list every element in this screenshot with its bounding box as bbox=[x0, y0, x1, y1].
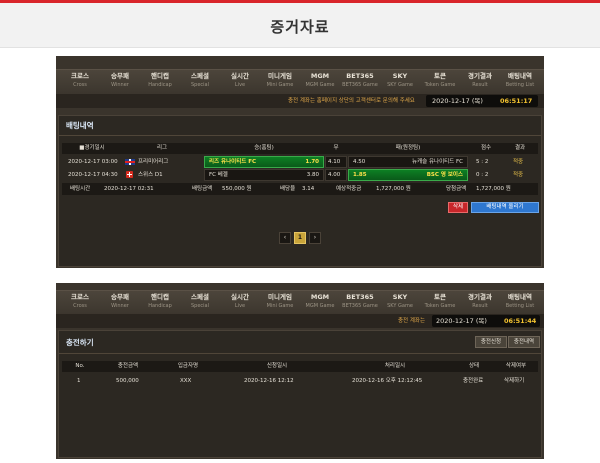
current-page[interactable]: 1 bbox=[294, 232, 306, 244]
prev-page-button[interactable]: ‹ bbox=[279, 232, 291, 244]
result-badge: 적중 bbox=[513, 172, 524, 178]
next-page-button[interactable]: › bbox=[309, 232, 321, 244]
divider bbox=[59, 135, 541, 136]
home-bet-button[interactable]: FC 베젤 3.80 bbox=[204, 169, 324, 181]
clock-time: 06:51:17 bbox=[500, 97, 533, 105]
nav-item-mini-game[interactable]: 미니게임 Mini Game bbox=[258, 293, 302, 310]
nav-item-special[interactable]: 스페셜 Special bbox=[178, 293, 222, 310]
nav-item-betting-list[interactable]: 배팅내역 Betting List bbox=[498, 72, 542, 89]
evidence-screenshot-deposit: 크로스 Cross 승무패 Winner 핸디캡 Handicap 스페셜 Specia… bbox=[56, 283, 544, 459]
nav-item-token[interactable]: 토큰 Token Game bbox=[418, 293, 462, 310]
nav-item-result[interactable]: 경기결과 Result bbox=[458, 293, 502, 310]
bet-table-header: ■경기일시 리그 승(홈팀) 무 패(원정팀) 점수 결과 bbox=[62, 143, 538, 154]
notice-text: 충전 계좌는 bbox=[398, 318, 426, 324]
nav-item-mgm[interactable]: MGM MGM Game bbox=[298, 293, 342, 310]
table-row: 1 500,000 XXX 2020-12-16 12:12 2020-12-1… bbox=[62, 375, 538, 387]
delete-button[interactable]: 삭제 bbox=[448, 202, 468, 213]
nav-item-live[interactable]: 실시간 Live bbox=[218, 72, 262, 89]
evidence-screenshot-betting: 크로스 Cross 승무패 Winner 핸디캡 Handicap 스페셜 Specia… bbox=[56, 56, 544, 268]
england-flag-icon bbox=[125, 159, 135, 165]
nav-item-winner[interactable]: 승무패 Winner bbox=[98, 72, 142, 89]
panel-title: 충전하기 bbox=[66, 338, 94, 347]
nav-item-cross[interactable]: 크로스 Cross bbox=[58, 293, 102, 310]
draw-bet-button[interactable]: 4.10 bbox=[325, 156, 347, 168]
nav-item-handicap[interactable]: 핸디캡 Handicap bbox=[138, 72, 182, 89]
nav-item-live[interactable]: 실시간 Live bbox=[218, 293, 262, 310]
panel-title: 배팅내역 bbox=[66, 121, 94, 130]
nav-item-handicap[interactable]: 핸디캡 Handicap bbox=[138, 293, 182, 310]
page-title: 증거자료 bbox=[270, 18, 330, 36]
deposit-history-button[interactable]: 충전내역 bbox=[508, 336, 540, 348]
table-row: 2020-12-17 04:30 스위스 D1 FC 베젤 3.80 4.00 … bbox=[62, 169, 538, 181]
betting-history-panel: 배팅내역 ■경기일시 리그 승(홈팀) 무 패(원정팀) 점수 결과 2020-… bbox=[58, 115, 542, 267]
page-header: 증거자료 bbox=[0, 3, 600, 48]
nav-item-sky[interactable]: SKY SKY Game bbox=[378, 72, 422, 89]
deposit-apply-button[interactable]: 충전신청 bbox=[475, 336, 507, 348]
table-row: 2020-12-17 03:00 프리미어리그 리즈 유나이티드 FC 1.70… bbox=[62, 156, 538, 168]
nav-item-mini-game[interactable]: 미니게임 Mini Game bbox=[258, 72, 302, 89]
nav-item-bet365[interactable]: BET365 BET365 Game bbox=[338, 72, 382, 89]
bet-summary: 배팅시간 2020-12-17 02:31 배팅금액 550,000 원 배당율… bbox=[62, 183, 538, 195]
deposit-history-panel: 충전하기 충전신청 충전내역 No. 충전금액 입금자명 신청일시 처리일시 상… bbox=[58, 330, 542, 458]
main-nav: 크로스 Cross 승무패 Winner 핸디캡 Handicap 스페셜 Specia… bbox=[56, 69, 544, 96]
server-clock: 2020-12-17 (목) 06:51:17 bbox=[426, 95, 538, 107]
nav-item-token[interactable]: 토큰 Token Game bbox=[418, 72, 462, 89]
away-bet-button[interactable]: 1.85 BSC 영 보이스 bbox=[348, 169, 468, 181]
nav-item-bet365[interactable]: BET365 BET365 Game bbox=[338, 293, 382, 310]
upload-betting-button[interactable]: 배팅내역 올리기 bbox=[471, 202, 539, 213]
divider bbox=[59, 353, 541, 354]
server-clock: 2020-12-17 (목) 06:51:44 bbox=[432, 315, 540, 327]
draw-bet-button[interactable]: 4.00 bbox=[325, 169, 347, 181]
nav-item-sky[interactable]: SKY SKY Game bbox=[378, 293, 422, 310]
nav-item-result[interactable]: 경기결과 Result bbox=[458, 72, 502, 89]
clock-time: 06:51:44 bbox=[504, 317, 537, 325]
nav-item-winner[interactable]: 승무패 Winner bbox=[98, 293, 142, 310]
notice-ticker: 충전 계좌는 홈페이지 상단의 고객센터로 문의해 주세요 2020-12-17… bbox=[56, 94, 544, 108]
main-nav: 크로스 Cross 승무패 Winner 핸디캡 Handicap 스페셜 Specia… bbox=[56, 290, 544, 317]
nav-item-special[interactable]: 스페셜 Special bbox=[178, 72, 222, 89]
deposit-table-header: No. 충전금액 입금자명 신청일시 처리일시 상태 삭제여부 bbox=[62, 361, 538, 372]
away-bet-button[interactable]: 4.50 뉴캐슬 유나이티드 FC bbox=[348, 156, 468, 168]
home-bet-button[interactable]: 리즈 유나이티드 FC 1.70 bbox=[204, 156, 324, 168]
result-badge: 적중 bbox=[513, 159, 524, 165]
notice-ticker: 충전 계좌는 2020-12-17 (목) 06:51:44 bbox=[56, 314, 544, 328]
notice-text: 충전 계좌는 홈페이지 상단의 고객센터로 문의해 주세요 bbox=[288, 98, 415, 104]
nav-item-cross[interactable]: 크로스 Cross bbox=[58, 72, 102, 89]
clock-date: 2020-12-17 (목) bbox=[436, 317, 487, 325]
nav-item-betting-list[interactable]: 배팅내역 Betting List bbox=[498, 293, 542, 310]
clock-date: 2020-12-17 (목) bbox=[432, 97, 483, 105]
status-badge: 충전완료 bbox=[463, 378, 484, 384]
nav-item-mgm[interactable]: MGM MGM Game bbox=[298, 72, 342, 89]
switzerland-flag-icon bbox=[126, 171, 133, 178]
delete-link[interactable]: 삭제하기 bbox=[504, 375, 524, 387]
